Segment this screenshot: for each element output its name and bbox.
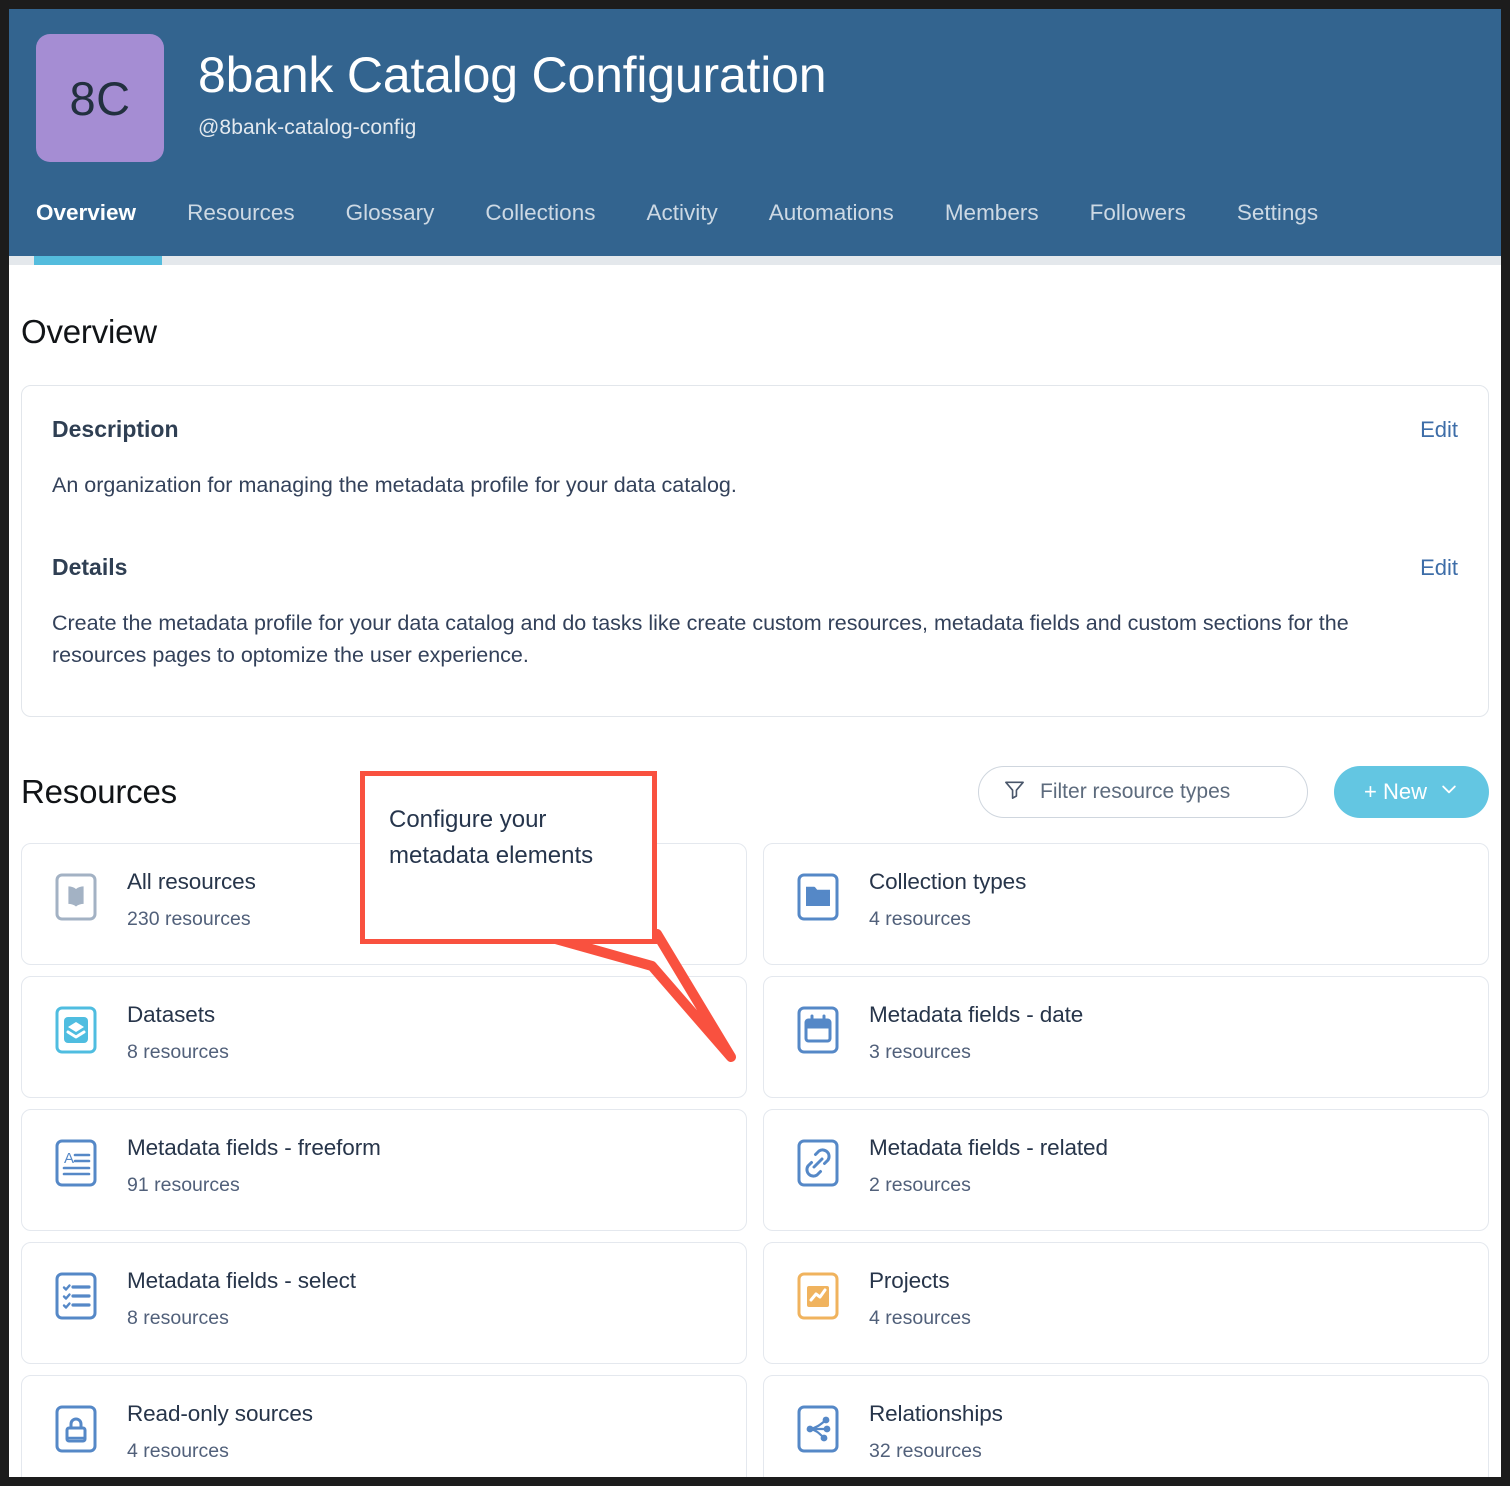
- resource-card-text: Metadata fields - freeform 91 resources: [127, 1135, 381, 1197]
- resources-heading: Resources: [21, 773, 177, 811]
- resource-card-count: 32 resources: [869, 1440, 982, 1463]
- resource-card[interactable]: Read-only sources 4 resources: [21, 1375, 747, 1477]
- resources-toolbar: Resources Filter resource types + New: [21, 763, 1489, 821]
- svg-text:A: A: [64, 1150, 74, 1167]
- new-button[interactable]: + New: [1334, 766, 1489, 819]
- chart-icon: [792, 1270, 844, 1322]
- resource-card-title: All resources: [127, 869, 256, 895]
- tab-overview[interactable]: Overview: [36, 194, 163, 232]
- resource-card-text: Metadata fields - related 2 resources: [869, 1135, 1108, 1197]
- overview-panel: Description Edit An organization for man…: [21, 385, 1489, 718]
- tab-glossary[interactable]: Glossary: [346, 194, 462, 232]
- resource-card-title: Metadata fields - select: [127, 1268, 356, 1294]
- layers-icon: [50, 1004, 102, 1056]
- overview-heading: Overview: [21, 313, 157, 350]
- lock-icon: [50, 1403, 102, 1455]
- resource-card[interactable]: All resources 230 resources: [21, 843, 747, 966]
- folder-icon: [792, 871, 844, 923]
- resource-card-text: Collection types 4 resources: [869, 869, 1026, 931]
- resource-card-count: 230 resources: [127, 908, 251, 931]
- resources-actions: Filter resource types + New: [978, 766, 1489, 819]
- edit-details-link[interactable]: Edit: [1420, 555, 1458, 581]
- org-avatar: 8C: [36, 34, 164, 162]
- details-text: Create the metadata profile for your dat…: [52, 610, 1349, 668]
- checklist-icon: [50, 1270, 102, 1322]
- resource-card[interactable]: Metadata fields - related 2 resources: [763, 1109, 1489, 1232]
- edit-description-link[interactable]: Edit: [1420, 417, 1458, 443]
- tab-followers[interactable]: Followers: [1090, 194, 1213, 232]
- filter-resource-types-input[interactable]: Filter resource types: [978, 766, 1309, 819]
- resource-card[interactable]: Datasets 8 resources: [21, 976, 747, 1099]
- new-button-label: + New: [1364, 779, 1427, 805]
- main-tabs: Overview Resources Glossary Collections Acti…: [9, 194, 1501, 232]
- resource-card-text: All resources 230 resources: [127, 869, 256, 931]
- resource-card-title: Read-only sources: [127, 1401, 313, 1427]
- tab-activity[interactable]: Activity: [646, 194, 744, 232]
- chevron-down-icon: [1439, 779, 1459, 805]
- resource-card-text: Metadata fields - select 8 resources: [127, 1268, 356, 1330]
- resource-card-text: Projects 4 resources: [869, 1268, 971, 1330]
- resource-card-count: 8 resources: [127, 1307, 229, 1330]
- org-handle: @8bank-catalog-config: [198, 116, 417, 139]
- resource-card-title: Metadata fields - date: [869, 1002, 1084, 1028]
- details-label: Details: [52, 553, 128, 580]
- resource-cards-grid: All resources 230 resources Collection ty…: [21, 843, 1489, 1477]
- resource-card-count: 4 resources: [869, 1307, 971, 1330]
- resource-card-title: Metadata fields - related: [869, 1135, 1108, 1161]
- tab-resources[interactable]: Resources: [187, 194, 322, 232]
- filter-icon: [1003, 778, 1026, 806]
- resource-card-title: Projects: [869, 1268, 950, 1294]
- page-title: 8bank Catalog Configuration: [198, 47, 827, 103]
- resource-card[interactable]: Metadata fields - select 8 resources: [21, 1242, 747, 1365]
- org-identity: 8C 8bank Catalog Configuration @8bank-ca…: [9, 34, 1501, 162]
- resource-card[interactable]: Relationships 32 resources: [763, 1375, 1489, 1477]
- org-title-block: 8bank Catalog Configuration @8bank-catal…: [198, 34, 827, 140]
- description-row: Description Edit: [52, 416, 1458, 443]
- resource-card-count: 91 resources: [127, 1174, 240, 1197]
- resource-card-title: Datasets: [127, 1002, 215, 1028]
- resource-card-text: Metadata fields - date 3 resources: [869, 1002, 1083, 1064]
- link-icon: [792, 1137, 844, 1189]
- description-label: Description: [52, 416, 179, 442]
- resource-card-text: Datasets 8 resources: [127, 1002, 229, 1064]
- resource-card-text: Read-only sources 4 resources: [127, 1401, 313, 1463]
- resource-card[interactable]: Projects 4 resources: [763, 1242, 1489, 1365]
- resource-card[interactable]: Collection types 4 resources: [763, 843, 1489, 966]
- tab-collections[interactable]: Collections: [485, 194, 622, 232]
- text-field-icon: A: [50, 1137, 102, 1189]
- resource-card[interactable]: A Metadata fields - freeform 91 resources: [21, 1109, 747, 1232]
- org-header: 8C 8bank Catalog Configuration @8bank-ca…: [9, 9, 1501, 265]
- calendar-icon: [792, 1004, 844, 1056]
- resource-card-title: Collection types: [869, 869, 1027, 895]
- main-content: Overview Description Edit An organizatio…: [9, 313, 1501, 1477]
- description-text: An organization for managing the metadat…: [52, 473, 737, 497]
- app-window: 8C 8bank Catalog Configuration @8bank-ca…: [0, 0, 1510, 1486]
- resource-card-count: 3 resources: [869, 1041, 971, 1064]
- resource-card-title: Metadata fields - freeform: [127, 1135, 381, 1161]
- resource-card-count: 4 resources: [869, 908, 971, 931]
- resource-card[interactable]: Metadata fields - date 3 resources: [763, 976, 1489, 1099]
- resource-card-count: 4 resources: [127, 1440, 229, 1463]
- resource-card-count: 8 resources: [127, 1041, 229, 1064]
- resource-card-text: Relationships 32 resources: [869, 1401, 1003, 1463]
- details-row: Details Edit: [52, 554, 1458, 581]
- resource-card-title: Relationships: [869, 1401, 1003, 1427]
- tab-automations[interactable]: Automations: [769, 194, 921, 232]
- active-tab-indicator: [34, 256, 162, 265]
- filter-placeholder-text: Filter resource types: [1040, 780, 1231, 804]
- tab-members[interactable]: Members: [945, 194, 1066, 232]
- tab-underline-track: [9, 256, 1501, 265]
- resource-card-count: 2 resources: [869, 1174, 971, 1197]
- book-icon: [50, 871, 102, 923]
- tab-settings[interactable]: Settings: [1237, 194, 1345, 232]
- network-icon: [792, 1403, 844, 1455]
